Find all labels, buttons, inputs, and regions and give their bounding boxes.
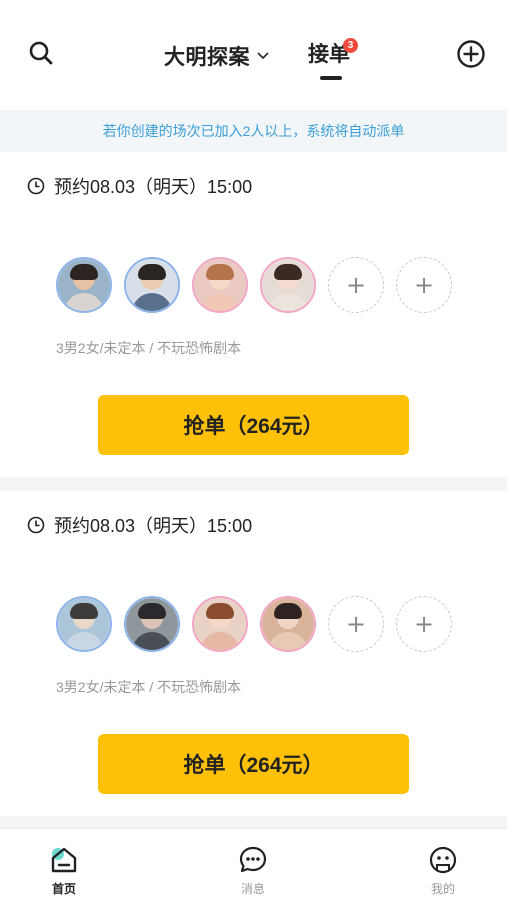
clock-icon bbox=[27, 516, 45, 534]
message-icon bbox=[238, 845, 268, 875]
auto-dispatch-notice: 若你创建的场次已加入2人以上，系统将自动派单 bbox=[0, 110, 507, 152]
empty-seat-slot[interactable]: + bbox=[328, 596, 384, 652]
empty-seat-slot[interactable]: + bbox=[396, 596, 452, 652]
card-divider bbox=[0, 477, 507, 491]
grab-order-button[interactable]: 抢单（264元） bbox=[98, 734, 409, 794]
bottom-tab-bar: 首页 消息 我的 bbox=[0, 828, 507, 900]
top-header: 大明探案 接单 3 bbox=[0, 0, 507, 110]
player-avatars: + + bbox=[56, 256, 464, 314]
order-time-text: 预约08.03（明天）15:00 bbox=[54, 516, 253, 536]
store-selector[interactable]: 大明探案 bbox=[164, 40, 270, 72]
avatar[interactable] bbox=[56, 596, 112, 652]
order-time: 预约08.03（明天）15:00 bbox=[27, 513, 252, 537]
nav-messages-label: 消息 bbox=[240, 882, 265, 896]
search-icon bbox=[29, 41, 53, 65]
player-avatars: + + bbox=[56, 595, 464, 653]
search-button[interactable] bbox=[26, 38, 56, 68]
add-circle-icon bbox=[457, 40, 485, 68]
home-icon bbox=[49, 845, 79, 875]
order-description: 3男2女/未定本 / 不玩恐怖剧本 bbox=[56, 679, 242, 695]
nav-home-label: 首页 bbox=[51, 882, 76, 896]
order-description: 3男2女/未定本 / 不玩恐怖剧本 bbox=[56, 340, 242, 356]
avatar[interactable] bbox=[124, 257, 180, 313]
avatar[interactable] bbox=[192, 257, 248, 313]
nav-profile-label: 我的 bbox=[430, 882, 455, 896]
order-time-text: 预约08.03（明天）15:00 bbox=[54, 177, 253, 197]
nav-messages[interactable]: 消息 bbox=[223, 845, 283, 897]
avatar[interactable] bbox=[260, 596, 316, 652]
profile-icon bbox=[428, 845, 458, 875]
grab-order-button[interactable]: 抢单（264元） bbox=[98, 395, 409, 455]
avatar[interactable] bbox=[260, 257, 316, 313]
order-card: 预约08.03（明天）15:00 + + 3男2女/未定本 / 不玩恐怖剧本 抢… bbox=[0, 152, 507, 477]
empty-seat-slot[interactable]: + bbox=[396, 257, 452, 313]
order-card: 预约08.03（明天）15:00 + + 3男2女/未定本 / 不玩恐怖剧本 抢… bbox=[0, 491, 507, 816]
store-title: 大明探案 bbox=[164, 46, 250, 69]
nav-home[interactable]: 首页 bbox=[34, 845, 94, 897]
clock-icon bbox=[27, 177, 45, 195]
avatar[interactable] bbox=[124, 596, 180, 652]
add-button[interactable] bbox=[455, 38, 487, 70]
tab-underline bbox=[320, 76, 342, 80]
card-divider bbox=[0, 816, 507, 828]
unread-badge: 3 bbox=[343, 38, 358, 53]
avatar[interactable] bbox=[192, 596, 248, 652]
tab-accept-orders[interactable]: 接单 3 bbox=[308, 38, 358, 84]
empty-seat-slot[interactable]: + bbox=[328, 257, 384, 313]
order-time: 预约08.03（明天）15:00 bbox=[27, 174, 252, 198]
chevron-down-icon bbox=[256, 51, 270, 61]
nav-profile[interactable]: 我的 bbox=[413, 845, 473, 897]
avatar[interactable] bbox=[56, 257, 112, 313]
